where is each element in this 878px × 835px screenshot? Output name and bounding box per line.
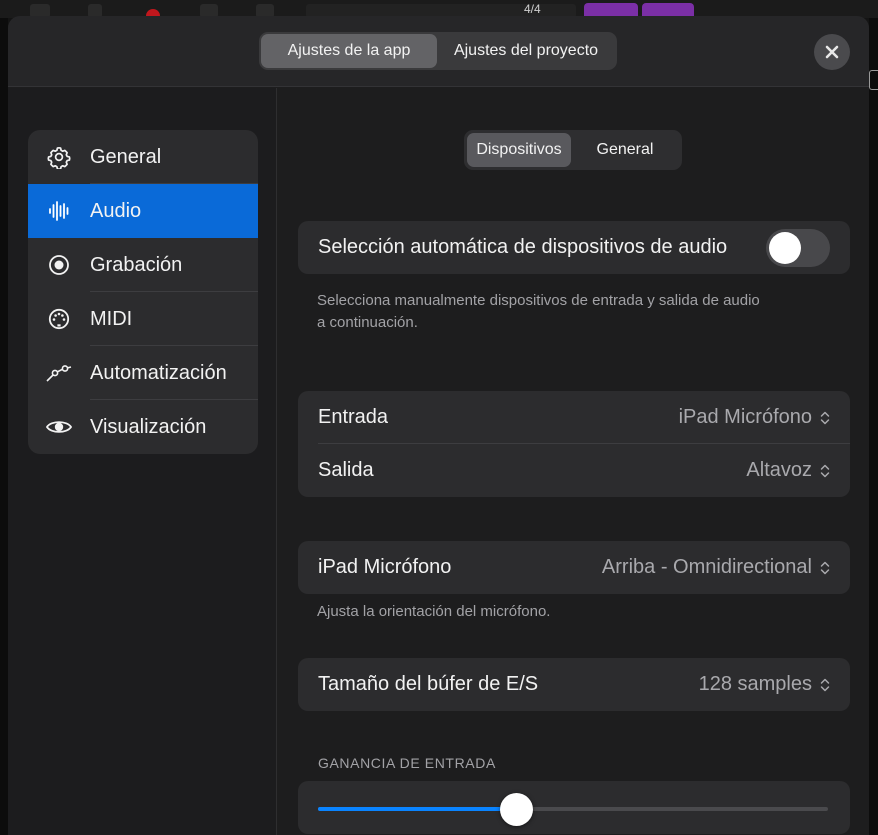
- settings-detail-pane: Dispositivos General Selección automátic…: [278, 88, 869, 835]
- settings-scope-segmented-control: Ajustes de la app Ajustes del proyecto: [259, 32, 617, 70]
- auto-select-footnote: Selecciona manualmente dispositivos de e…: [317, 290, 760, 334]
- output-row[interactable]: Salida Altavoz: [298, 444, 850, 497]
- close-icon: [825, 45, 839, 59]
- eye-icon: [45, 421, 73, 433]
- midi-port-icon: [48, 308, 70, 330]
- sidebar-item-label: Grabación: [90, 253, 183, 276]
- settings-sidebar: General Audio Grabación MIDI Automatizac…: [28, 130, 258, 454]
- toggle-knob: [769, 231, 801, 264]
- waveform-icon: [49, 201, 69, 221]
- output-picker[interactable]: Altavoz: [746, 459, 830, 482]
- sidebar-pane: General Audio Grabación MIDI Automatizac…: [8, 88, 277, 835]
- buffer-label: Tamaño del búfer de E/S: [318, 673, 539, 695]
- sidebar-item-label: General: [90, 145, 162, 168]
- tab-app-settings[interactable]: Ajustes de la app: [261, 34, 437, 68]
- mic-card: iPad Micrófono Arriba - Omnidirectional: [298, 541, 850, 594]
- output-label: Salida: [318, 459, 374, 481]
- chevron-up-down-icon: [820, 561, 830, 574]
- mic-label: iPad Micrófono: [318, 556, 452, 578]
- audio-section-segmented-control: Dispositivos General: [464, 130, 682, 170]
- tab-general[interactable]: General: [571, 133, 679, 167]
- gain-section-title: GANANCIA DE ENTRADA: [318, 755, 496, 771]
- gear-icon: [47, 146, 71, 169]
- record-icon: [49, 255, 69, 275]
- auto-select-card: Selección automática de dispositivos de …: [298, 221, 850, 274]
- chevron-up-down-icon: [820, 464, 830, 477]
- chevron-up-down-icon: [820, 678, 830, 691]
- gain-slider-thumb[interactable]: [500, 793, 533, 826]
- buffer-row[interactable]: Tamaño del búfer de E/S 128 samples: [298, 658, 850, 711]
- gain-slider-fill: [318, 807, 517, 811]
- time-signature: 4/4: [524, 2, 541, 16]
- buffer-card: Tamaño del búfer de E/S 128 samples: [298, 658, 850, 711]
- sidebar-item-label: Automatización: [90, 361, 227, 384]
- tab-dispositivos[interactable]: Dispositivos: [467, 133, 571, 167]
- footnote-line: a continuación.: [317, 314, 418, 331]
- buffer-size-picker[interactable]: 128 samples: [699, 673, 830, 696]
- input-value: iPad Micrófono: [678, 406, 812, 428]
- background-left-edge: [0, 18, 8, 835]
- mic-row[interactable]: iPad Micrófono Arriba - Omnidirectional: [298, 541, 850, 594]
- sidebar-item-label: Audio: [90, 199, 142, 222]
- footnote-line: Selecciona manualmente dispositivos de e…: [317, 292, 760, 309]
- io-card: Entrada iPad Micrófono Salida Altavoz: [298, 391, 850, 497]
- sidebar-item-automatizacion[interactable]: Automatización: [28, 346, 258, 400]
- mic-footnote: Ajusta la orientación del micrófono.: [317, 603, 551, 620]
- auto-select-toggle[interactable]: [766, 228, 830, 267]
- sidebar-item-midi[interactable]: MIDI: [28, 292, 258, 346]
- automation-curve-icon: [46, 365, 72, 382]
- mic-orientation-value: Arriba - Omnidirectional: [601, 556, 812, 578]
- gain-card: [298, 781, 850, 834]
- sheet-header: Ajustes de la app Ajustes del proyecto: [8, 16, 869, 87]
- input-row[interactable]: Entrada iPad Micrófono: [298, 391, 850, 444]
- settings-sheet: Ajustes de la app Ajustes del proyecto G…: [8, 16, 869, 835]
- input-picker[interactable]: iPad Micrófono: [679, 406, 830, 429]
- auto-select-row: Selección automática de dispositivos de …: [298, 221, 850, 274]
- buffer-size-value: 128 samples: [698, 673, 812, 695]
- input-label: Entrada: [318, 406, 389, 428]
- sidebar-item-grabacion[interactable]: Grabación: [28, 238, 258, 292]
- close-button[interactable]: [814, 34, 850, 70]
- sidebar-item-label: MIDI: [90, 307, 133, 330]
- auto-select-label: Selección automática de dispositivos de …: [318, 236, 728, 258]
- sidebar-item-general[interactable]: General: [28, 130, 258, 184]
- background-right-edge: [869, 18, 878, 835]
- background-panel-icon: [869, 70, 878, 90]
- sidebar-item-label: Visualización: [90, 415, 207, 438]
- sidebar-item-visualizacion[interactable]: Visualización: [28, 400, 258, 454]
- gain-slider-track[interactable]: [318, 807, 828, 811]
- mic-orientation-picker[interactable]: Arriba - Omnidirectional: [602, 556, 830, 579]
- sidebar-item-audio[interactable]: Audio: [28, 184, 258, 238]
- output-value: Altavoz: [746, 459, 812, 481]
- chevron-up-down-icon: [820, 411, 830, 424]
- tab-project-settings[interactable]: Ajustes del proyecto: [437, 34, 615, 68]
